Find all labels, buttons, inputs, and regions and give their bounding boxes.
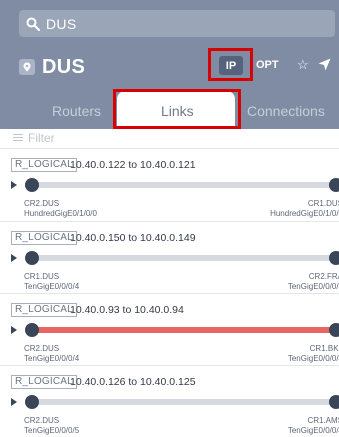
- link-title: 10.40.0.126 to 10.40.0.125: [70, 376, 196, 388]
- page-title: DUS: [42, 55, 86, 78]
- divider: [0, 148, 339, 149]
- link-title: 10.40.0.150 to 10.40.0.149: [70, 232, 196, 244]
- site-title-row: DUS: [19, 52, 339, 82]
- source-host: CR2.DUS: [24, 199, 60, 208]
- source-host: CR2.DUS: [24, 344, 60, 353]
- link-type-tag: R_LOGICAL: [11, 375, 77, 389]
- source-host: CR1.DUS: [24, 272, 60, 281]
- expand-arrow-icon[interactable]: [11, 254, 17, 262]
- source-host: CR2.DUS: [24, 416, 60, 425]
- link-type-tag: R_LOGICAL: [11, 303, 77, 317]
- source-node-dot: [25, 323, 39, 337]
- link-status-bar: [31, 182, 339, 188]
- target-node-dot: [329, 178, 339, 192]
- search-input[interactable]: DUS: [46, 16, 76, 32]
- link-item[interactable]: R_LOGICAL 10.40.0.122 to 10.40.0.121 CR2…: [0, 152, 339, 224]
- link-item[interactable]: R_LOGICAL 10.40.0.93 to 10.40.0.94 CR2.D…: [0, 297, 339, 369]
- expand-arrow-icon[interactable]: [11, 181, 17, 189]
- target-node-dot: [329, 323, 339, 337]
- source-node-dot: [25, 178, 39, 192]
- target-interface: TenGigE0/0/0/7: [287, 282, 339, 291]
- link-status-bar: [31, 327, 339, 333]
- target-host: CR1.AMS: [307, 416, 339, 425]
- target-node-dot: [329, 395, 339, 409]
- location-pin-icon: [19, 59, 35, 75]
- divider: [0, 365, 339, 366]
- source-interface: TenGigE0/0/0/5: [24, 426, 80, 435]
- star-icon[interactable]: ☆: [297, 57, 309, 73]
- link-status-bar: [31, 255, 339, 261]
- ip-highlight-box: [208, 48, 253, 81]
- search-bar[interactable]: DUS: [19, 10, 335, 37]
- link-title: 10.40.0.93 to 10.40.0.94: [70, 304, 184, 316]
- target-host: CR2.FRA: [308, 272, 339, 281]
- link-type-tag: R_LOGICAL: [11, 231, 77, 245]
- link-type-tag: R_LOGICAL: [11, 158, 77, 172]
- target-interface: TenGigE0/0/0/4: [287, 426, 339, 435]
- source-interface: HundredGigE0/1/0/0: [24, 209, 97, 218]
- target-host: CR1.BKL: [309, 344, 339, 353]
- filter-input[interactable]: Filter: [28, 131, 55, 145]
- tab-connections[interactable]: Connections: [247, 103, 325, 119]
- target-node-dot: [329, 251, 339, 265]
- divider: [0, 293, 339, 294]
- link-item[interactable]: R_LOGICAL 10.40.0.150 to 10.40.0.149 CR1…: [0, 225, 339, 297]
- link-status-bar: [31, 399, 339, 405]
- divider: [0, 221, 339, 222]
- source-node-dot: [25, 251, 39, 265]
- expand-arrow-icon[interactable]: [11, 398, 17, 406]
- links-highlight-box: [113, 89, 241, 129]
- filter-field[interactable]: Filter: [13, 131, 55, 145]
- source-interface: TenGigE0/0/0/4: [24, 282, 80, 291]
- navigate-arrow-icon[interactable]: [318, 58, 331, 71]
- expand-arrow-icon[interactable]: [11, 326, 17, 334]
- source-interface: TenGigE0/0/0/4: [24, 354, 80, 363]
- target-host: CR1.DUS: [307, 199, 339, 208]
- tab-routers[interactable]: Routers: [52, 103, 101, 119]
- search-icon: [26, 17, 40, 31]
- target-interface: HundredGigE0/1/0/0: [270, 209, 339, 218]
- link-title: 10.40.0.122 to 10.40.0.121: [70, 159, 196, 171]
- link-item[interactable]: R_LOGICAL 10.40.0.126 to 10.40.0.125 CR2…: [0, 369, 339, 437]
- opt-toggle-button[interactable]: OPT: [256, 59, 279, 71]
- target-interface: TenGigE0/0/0/8: [287, 354, 339, 363]
- source-node-dot: [25, 395, 39, 409]
- filter-lines-icon: [13, 134, 23, 142]
